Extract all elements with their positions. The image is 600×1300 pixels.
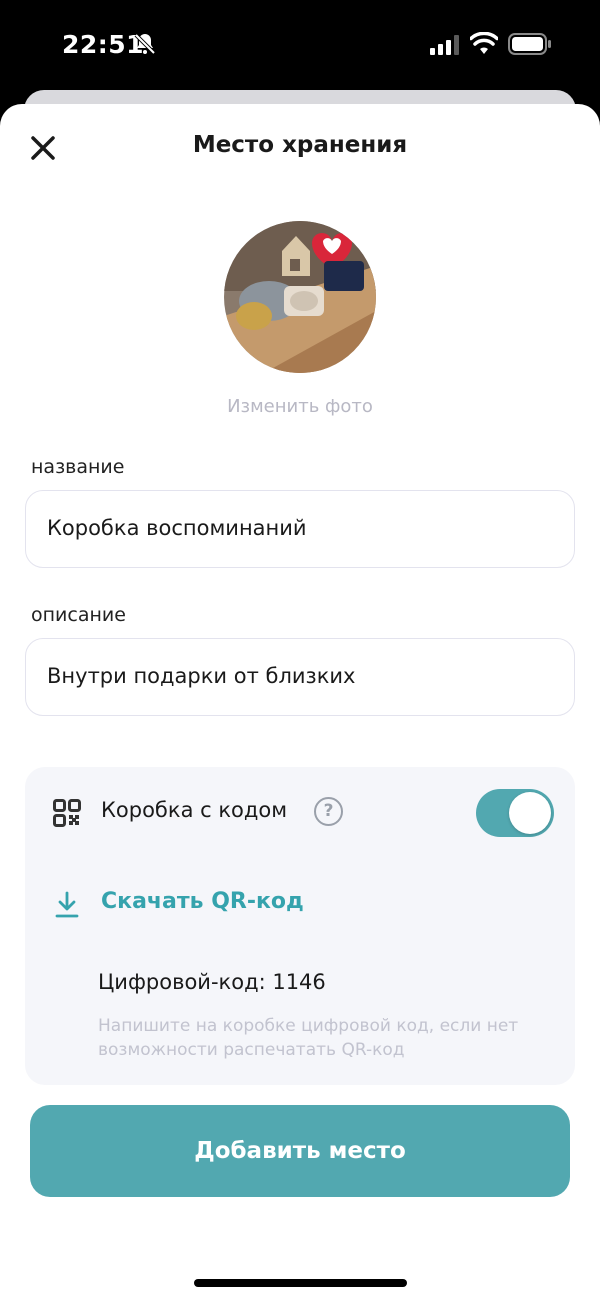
qr-code-card: Коробка с кодом ? Скачать QR-код Цифрово… bbox=[25, 767, 575, 1085]
download-qr-link[interactable]: Скачать QR-код bbox=[101, 889, 304, 914]
change-photo-link[interactable]: Изменить фото bbox=[0, 396, 600, 417]
description-label: описание bbox=[31, 604, 126, 626]
code-hint: Напишите на коробке цифровой код, если н… bbox=[98, 1016, 519, 1060]
wifi-icon bbox=[470, 32, 498, 54]
battery-icon bbox=[508, 33, 551, 55]
download-icon[interactable] bbox=[55, 891, 79, 919]
storage-photo[interactable] bbox=[224, 221, 376, 373]
status-time: 22:51 bbox=[62, 30, 145, 59]
signal-icon bbox=[430, 35, 459, 55]
description-value: Внутри подарки от близких bbox=[47, 664, 356, 688]
storage-place-sheet: Место хранения Изменить фото название Ко… bbox=[0, 104, 600, 1300]
name-field[interactable]: Коробка воспоминаний bbox=[25, 490, 575, 568]
code-box-toggle[interactable] bbox=[476, 789, 554, 837]
name-value: Коробка воспоминаний bbox=[47, 516, 307, 540]
memory-box-image bbox=[224, 221, 376, 373]
bell-slash-icon bbox=[134, 33, 156, 55]
toggle-knob bbox=[509, 792, 551, 834]
help-icon[interactable]: ? bbox=[314, 797, 343, 826]
qr-code-icon bbox=[53, 799, 81, 827]
page-title: Место хранения bbox=[192, 132, 408, 158]
add-place-button[interactable]: Добавить место bbox=[30, 1105, 570, 1197]
home-indicator bbox=[194, 1279, 407, 1287]
digital-code: Цифровой-код: 1146 bbox=[98, 970, 326, 994]
status-bar: 22:51 bbox=[0, 0, 600, 90]
name-label: название bbox=[31, 456, 125, 478]
code-box-label: Коробка с кодом bbox=[101, 798, 288, 822]
description-field[interactable]: Внутри подарки от близких bbox=[25, 638, 575, 716]
